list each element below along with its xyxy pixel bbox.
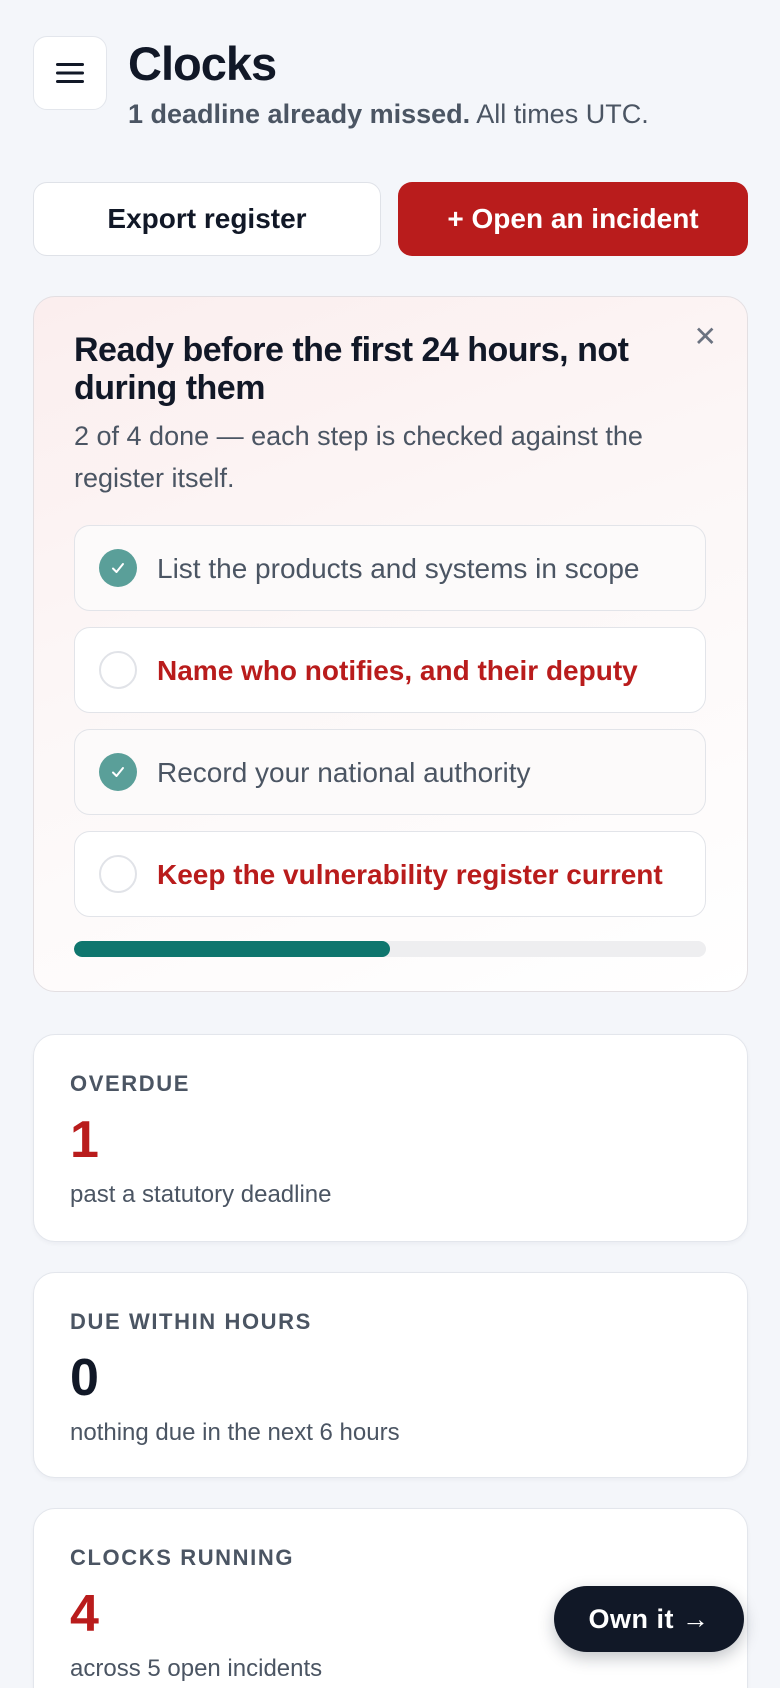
step-notifier[interactable]: Name who notifies, and their deputy	[74, 627, 706, 713]
step-authority[interactable]: Record your national authority	[74, 729, 706, 815]
check-done-icon	[99, 549, 137, 587]
stat-label: OVERDUE	[70, 1071, 190, 1096]
step-label: Name who notifies, and their deputy	[157, 655, 638, 686]
readiness-progress-fill	[74, 941, 390, 957]
timezone-note: All times UTC.	[476, 99, 649, 129]
stat-card-due-soon[interactable]: DUE WITHIN HOURS 0 nothing due in the ne…	[33, 1272, 748, 1478]
readiness-subtitle: 2 of 4 done — each step is checked again…	[74, 421, 643, 493]
readiness-title: Ready before the first 24 hours, not dur…	[74, 331, 629, 407]
step-scope[interactable]: List the products and systems in scope	[74, 525, 706, 611]
page-title: Clocks	[128, 37, 277, 90]
open-incident-button[interactable]: + Open an incident	[398, 182, 748, 256]
own-it-button[interactable]: Own it →	[554, 1586, 744, 1652]
stat-note: across 5 open incidents	[70, 1655, 323, 1682]
stat-value: 4	[70, 1585, 99, 1643]
page-header: Clocks 1 deadline already missed. All ti…	[33, 36, 747, 136]
stat-label: CLOCKS RUNNING	[70, 1545, 295, 1570]
readiness-card: ✕ Ready before the first 24 hours, not d…	[33, 296, 748, 992]
hamburger-menu-icon	[56, 63, 84, 83]
check-empty-icon	[99, 651, 137, 689]
close-icon[interactable]: ✕	[694, 323, 717, 351]
stat-card-overdue[interactable]: OVERDUE 1 past a statutory deadline	[33, 1034, 748, 1242]
stat-note: nothing due in the next 6 hours	[70, 1419, 400, 1446]
step-label: Keep the vulnerability register current	[157, 859, 663, 890]
stat-label: DUE WITHIN HOURS	[70, 1309, 312, 1334]
stat-note: past a statutory deadline	[70, 1181, 332, 1208]
stat-value: 1	[70, 1111, 99, 1169]
step-vuln-register[interactable]: Keep the vulnerability register current	[74, 831, 706, 917]
check-empty-icon	[99, 855, 137, 893]
step-label: List the products and systems in scope	[157, 553, 640, 584]
page-subtitle: 1 deadline already missed. All times UTC…	[128, 96, 649, 132]
stat-value: 0	[70, 1349, 99, 1407]
missed-deadline-note: 1 deadline already missed.	[128, 99, 471, 129]
readiness-progress-bar	[74, 941, 706, 957]
clocks-page: Clocks 1 deadline already missed. All ti…	[0, 0, 780, 1688]
check-done-icon	[99, 753, 137, 791]
export-register-button[interactable]: Export register	[33, 182, 381, 256]
menu-button[interactable]	[33, 36, 107, 110]
action-bar: Export register + Open an incident	[33, 182, 748, 256]
step-label: Record your national authority	[157, 757, 531, 788]
